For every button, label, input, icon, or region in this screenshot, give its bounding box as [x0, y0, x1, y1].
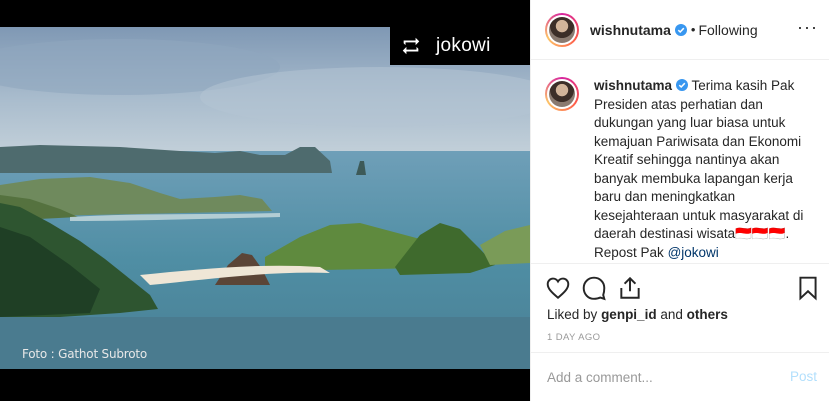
repost-prefix: Repost Pak [594, 244, 664, 260]
post-media[interactable]: jokowi Foto : Gathot Subroto [0, 0, 530, 401]
verified-badge-icon [676, 79, 689, 91]
more-dots-icon[interactable]: ··· [797, 18, 818, 36]
comment-icon[interactable] [581, 275, 607, 301]
verified-badge-icon [674, 23, 687, 36]
mention-link[interactable]: @jokowi [668, 245, 719, 260]
header-username[interactable]: wishnutama [590, 22, 671, 38]
timestamp[interactable]: 1 DAY AGO [547, 332, 600, 343]
caption-username[interactable]: wishnutama [594, 78, 672, 93]
caption-body: Terima kasih Pak Presiden atas perhatian… [594, 78, 804, 241]
following-button[interactable]: Following [698, 22, 757, 38]
comment-input[interactable] [547, 366, 767, 388]
post-button[interactable]: Post [790, 369, 817, 384]
bookmark-icon[interactable] [795, 275, 821, 301]
liked-by-others[interactable]: others [687, 307, 728, 322]
avatar[interactable] [545, 12, 579, 47]
post-header: wishnutama • Following ··· [531, 0, 829, 60]
post-panel: wishnutama • Following ··· wishnutama Te… [530, 0, 829, 401]
repost-tag[interactable]: jokowi [390, 27, 530, 65]
caption-text: wishnutama Terima kasih Pak Presiden ata… [594, 77, 812, 261]
likes-prefix: Liked by [547, 307, 598, 322]
repost-icon [402, 37, 420, 55]
likes-and: and [660, 307, 683, 322]
divider [531, 352, 829, 353]
photo-credit: Foto : Gathot Subroto [22, 347, 148, 361]
separator-dot: • [690, 22, 696, 37]
likes-summary: Liked by genpi_id and others [547, 307, 728, 322]
heart-icon[interactable] [545, 275, 571, 301]
caption-avatar[interactable] [545, 77, 579, 111]
liked-by-user[interactable]: genpi_id [601, 307, 657, 322]
divider [531, 263, 829, 264]
repost-username: jokowi [436, 35, 491, 56]
landscape-photo [0, 27, 530, 369]
share-icon[interactable] [617, 275, 643, 301]
caption: wishnutama Terima kasih Pak Presiden ata… [531, 61, 829, 261]
action-bar [545, 275, 820, 303]
